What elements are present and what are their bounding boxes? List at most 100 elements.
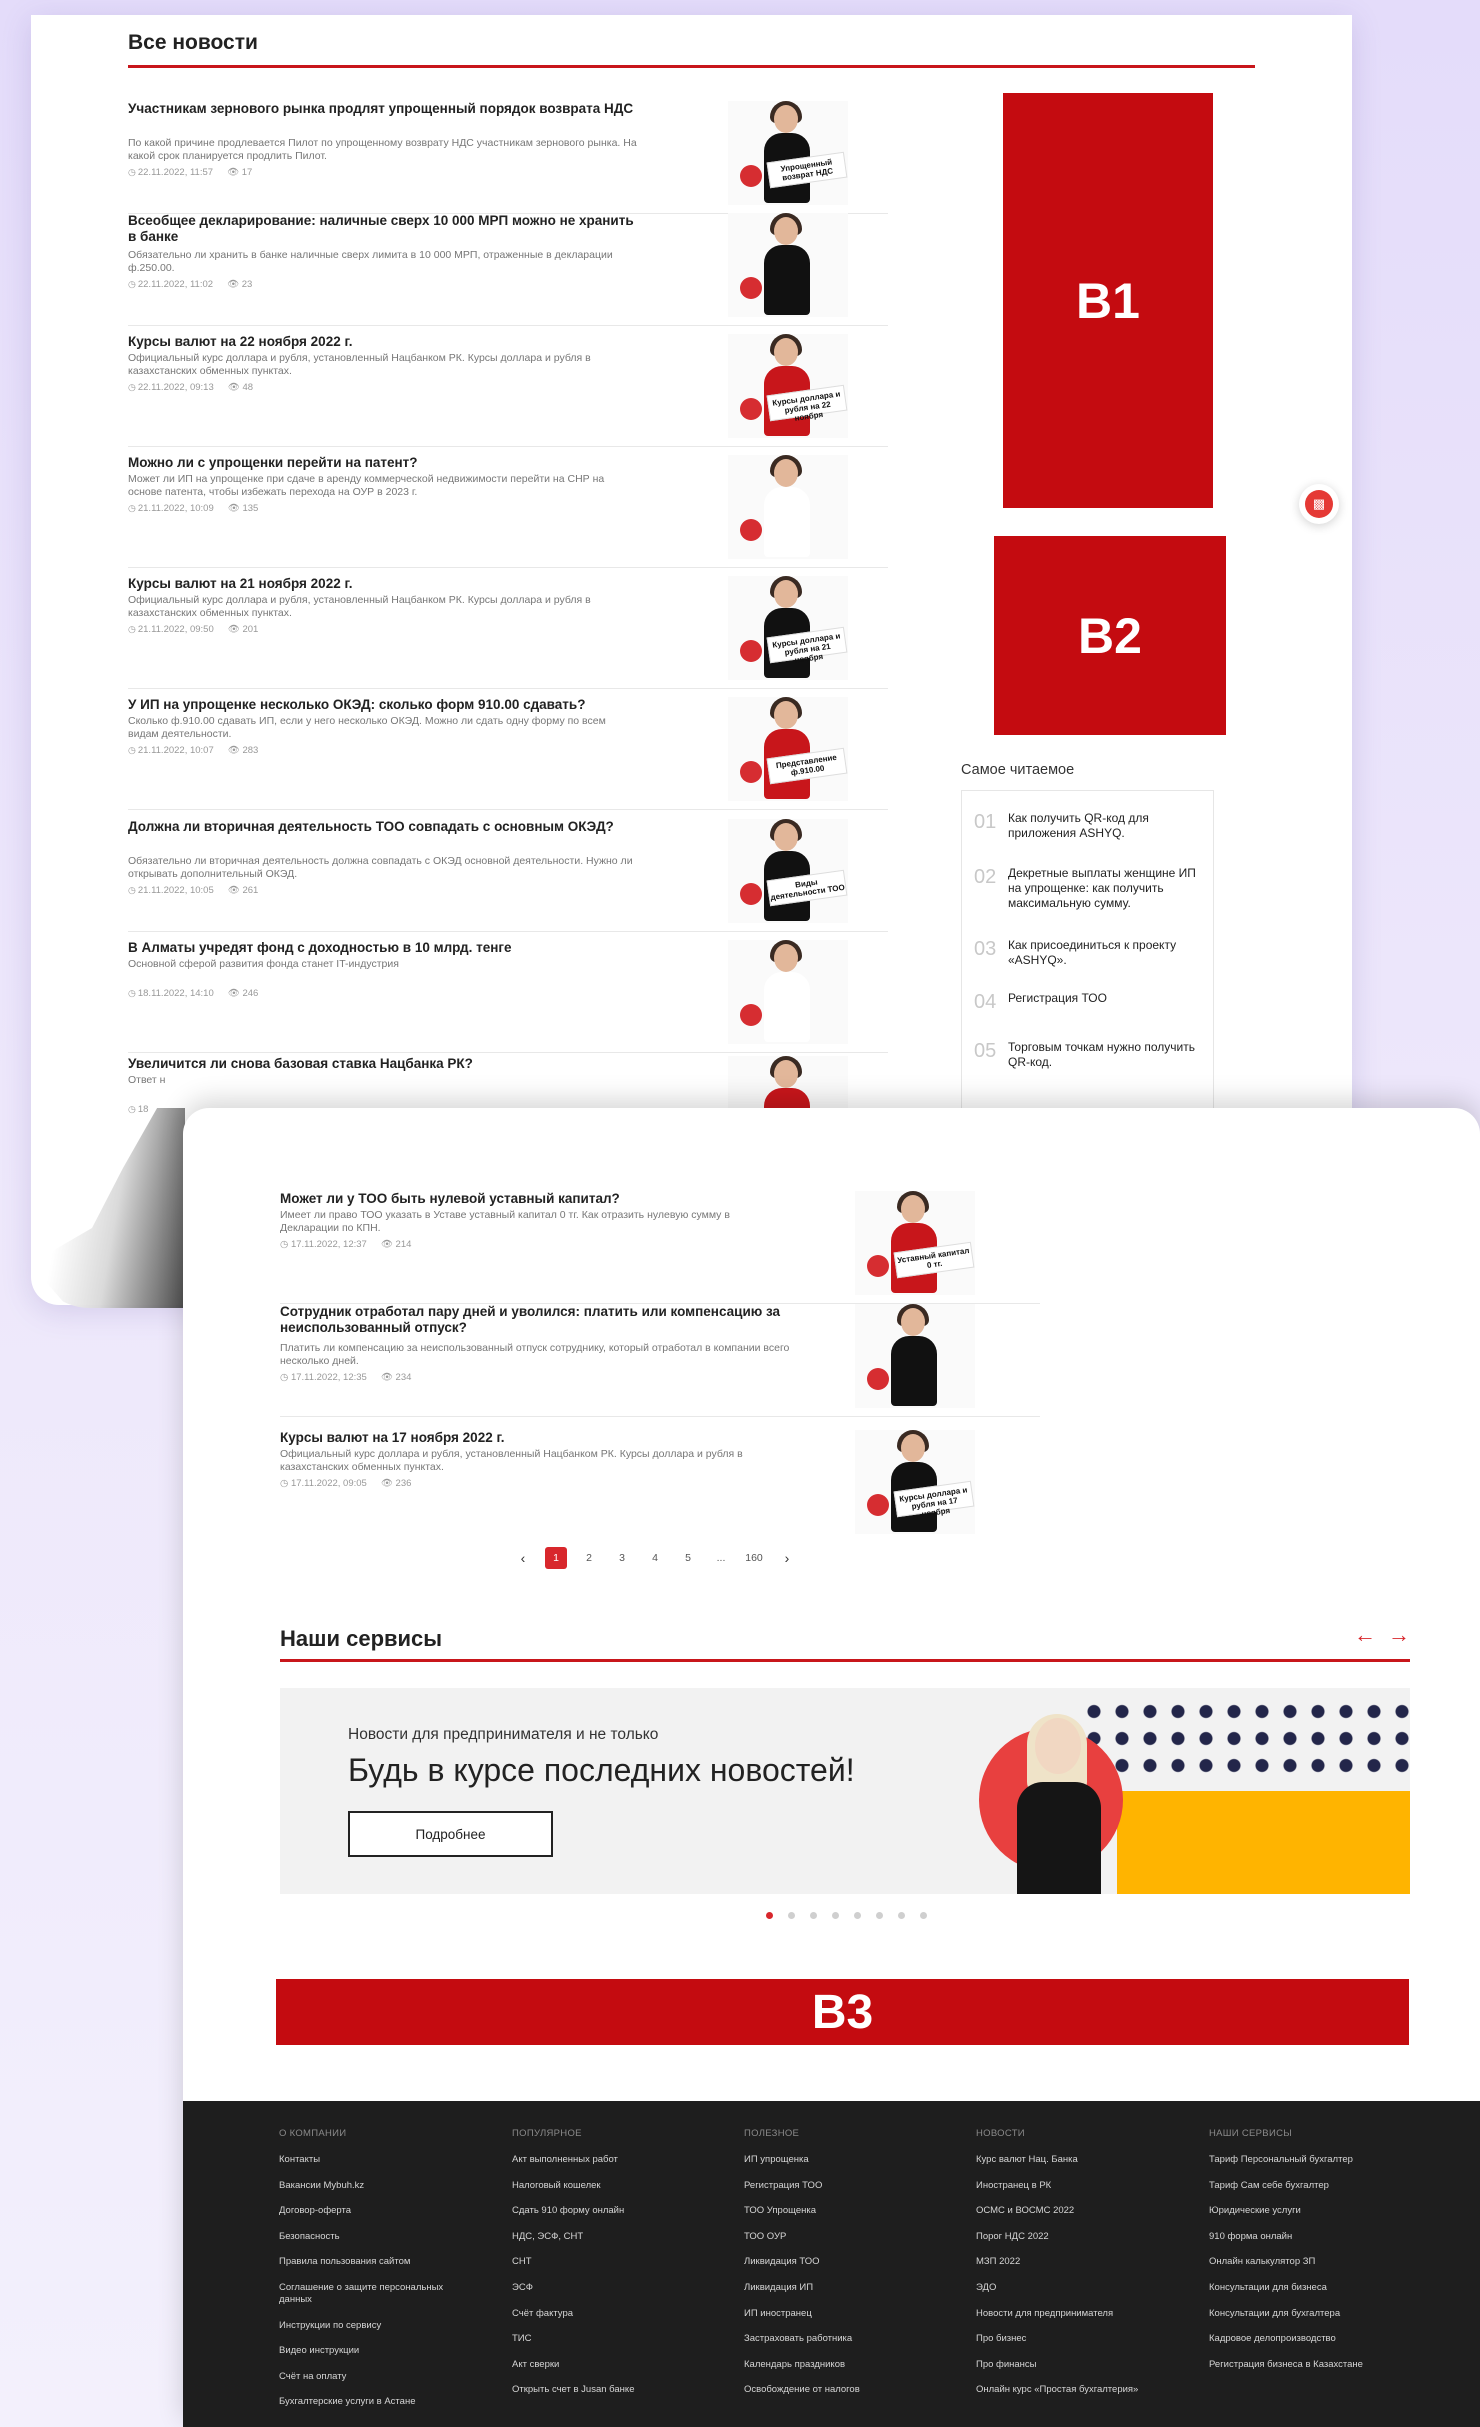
footer-link[interactable]: Про бизнес xyxy=(976,2333,1146,2345)
popular-label[interactable]: Декретные выплаты женщине ИП на упрощенк… xyxy=(1008,866,1209,911)
news-item[interactable]: Можно ли с упрощенки перейти на патент? М… xyxy=(128,455,888,575)
arrow-left-icon[interactable]: ← xyxy=(1354,1622,1376,1648)
news-title[interactable]: Курсы валют на 17 ноября 2022 г. xyxy=(280,1430,790,1446)
footer-link[interactable]: 910 форма онлайн xyxy=(1209,2231,1379,2243)
popular-label[interactable]: Как получить QR-код для приложения ASHYQ… xyxy=(1008,811,1209,841)
footer-link[interactable]: Регистрация ТОО xyxy=(744,2180,914,2192)
footer-link[interactable]: Регистрация бизнеса в Казахстане xyxy=(1209,2359,1379,2371)
slider-dot[interactable] xyxy=(898,1912,905,1919)
news-item[interactable]: В Алматы учредят фонд с доходностью в 10… xyxy=(128,940,888,1060)
details-button[interactable]: Подробнее xyxy=(348,1811,553,1857)
footer-link[interactable]: ИП иностранец xyxy=(744,2308,914,2320)
footer-link[interactable]: Онлайн курс «Простая бухгалтерия» xyxy=(976,2384,1146,2396)
news-title[interactable]: Участникам зернового рынка продлят упрощ… xyxy=(128,101,638,117)
footer-link[interactable]: Бухгалтерские услуги в Астане xyxy=(279,2396,449,2408)
page-link[interactable]: 2 xyxy=(578,1547,600,1569)
footer-link[interactable]: Освобождение от налогов xyxy=(744,2384,914,2396)
footer-link[interactable]: Тариф Сам себе бухгалтер xyxy=(1209,2180,1379,2192)
footer-link[interactable]: ОСМС и ВОСМС 2022 xyxy=(976,2205,1146,2217)
footer-link[interactable]: Контакты xyxy=(279,2154,449,2166)
footer-link[interactable]: Ликвидация ТОО xyxy=(744,2256,914,2268)
news-thumbnail[interactable] xyxy=(728,213,848,317)
page-link[interactable]: 1 xyxy=(545,1547,567,1569)
news-item[interactable]: Курсы валют на 22 ноября 2022 г. Официаль… xyxy=(128,334,888,454)
footer-link[interactable]: Новости для предпринимателя xyxy=(976,2308,1146,2320)
next-page-icon[interactable]: › xyxy=(776,1547,798,1569)
footer-link[interactable]: Сдать 910 форму онлайн xyxy=(512,2205,682,2217)
news-title[interactable]: Курсы валют на 22 ноября 2022 г. xyxy=(128,334,638,350)
news-title[interactable]: Курсы валют на 21 ноября 2022 г. xyxy=(128,576,638,592)
page-link[interactable]: 4 xyxy=(644,1547,666,1569)
popular-label[interactable]: Как присоединиться к проекту «ASHYQ». xyxy=(1008,938,1209,968)
footer-link[interactable]: ТОО ОУР xyxy=(744,2231,914,2243)
slider-dot[interactable] xyxy=(854,1912,861,1919)
news-thumbnail[interactable]: Курсы доллара и рубля на 22 ноября xyxy=(728,334,848,438)
banner-b3[interactable]: B3 xyxy=(276,1979,1409,2045)
news-title[interactable]: Всеобщее декларирование: наличные сверх … xyxy=(128,213,638,245)
news-title[interactable]: Можно ли с упрощенки перейти на патент? xyxy=(128,455,638,471)
news-title[interactable]: Должна ли вторичная деятельность ТОО сов… xyxy=(128,819,638,835)
slider-dot[interactable] xyxy=(876,1912,883,1919)
footer-link[interactable]: Счёт на оплату xyxy=(279,2371,449,2383)
prev-page-icon[interactable]: ‹ xyxy=(512,1547,534,1569)
slider-dot[interactable] xyxy=(766,1912,773,1919)
news-thumbnail[interactable] xyxy=(728,455,848,559)
news-thumbnail[interactable]: Представление ф.910.00 xyxy=(728,697,848,801)
footer-link[interactable]: Инструкции по сервису xyxy=(279,2320,449,2332)
news-item[interactable]: У ИП на упрощенке несколько ОКЭД: скольк… xyxy=(128,697,888,817)
news-item[interactable]: Курсы валют на 17 ноября 2022 г. Официаль… xyxy=(280,1430,1040,1550)
footer-link[interactable]: Порог НДС 2022 xyxy=(976,2231,1146,2243)
footer-link[interactable]: Открыть счет в Jusan банке xyxy=(512,2384,682,2396)
footer-link[interactable]: ИП упрощенка xyxy=(744,2154,914,2166)
news-title[interactable]: У ИП на упрощенке несколько ОКЭД: скольк… xyxy=(128,697,638,713)
footer-link[interactable]: Про финансы xyxy=(976,2359,1146,2371)
footer-link[interactable]: ЭСФ xyxy=(512,2282,682,2294)
page-link[interactable]: 3 xyxy=(611,1547,633,1569)
news-item[interactable]: Участникам зернового рынка продлят упрощ… xyxy=(128,101,888,221)
news-thumbnail[interactable]: Виды деятельности ТОО xyxy=(728,819,848,923)
footer-link[interactable]: Соглашение о защите персональных данных xyxy=(279,2282,449,2306)
footer-link[interactable]: СНТ xyxy=(512,2256,682,2268)
banner-b2[interactable]: B2 xyxy=(994,536,1226,735)
footer-link[interactable]: Налоговый кошелек xyxy=(512,2180,682,2192)
news-thumbnail[interactable] xyxy=(855,1304,975,1408)
footer-link[interactable]: Кадровое делопроизводство xyxy=(1209,2333,1379,2345)
footer-link[interactable]: Счёт фактура xyxy=(512,2308,682,2320)
page-link[interactable]: 160 xyxy=(743,1547,765,1569)
slider-dot[interactable] xyxy=(832,1912,839,1919)
news-thumbnail[interactable]: Курсы доллара и рубля на 21 ноября xyxy=(728,576,848,680)
footer-link[interactable]: Иностранец в РК xyxy=(976,2180,1146,2192)
footer-link[interactable]: НДС, ЭСФ, СНТ xyxy=(512,2231,682,2243)
popular-label[interactable]: Торговым точкам нужно получить QR-код. xyxy=(1008,1040,1209,1070)
news-item[interactable]: Сотрудник отработал пару дней и уволился… xyxy=(280,1304,1040,1424)
footer-link[interactable]: Консультации для бизнеса xyxy=(1209,2282,1379,2294)
popular-label[interactable]: Регистрация ТОО xyxy=(1008,991,1107,1006)
footer-link[interactable]: Договор-оферта xyxy=(279,2205,449,2217)
footer-link[interactable]: Ликвидация ИП xyxy=(744,2282,914,2294)
news-thumbnail[interactable]: Курсы доллара и рубля на 17 ноября xyxy=(855,1430,975,1534)
footer-link[interactable]: Акт сверки xyxy=(512,2359,682,2371)
news-title[interactable]: Может ли у ТОО быть нулевой уставный кап… xyxy=(280,1191,790,1207)
news-item[interactable]: Должна ли вторичная деятельность ТОО сов… xyxy=(128,819,888,939)
footer-link[interactable]: Застраховать работника xyxy=(744,2333,914,2345)
news-title[interactable]: Увеличится ли снова базовая ставка Нацба… xyxy=(128,1056,638,1072)
chat-button[interactable]: ▩ xyxy=(1299,484,1339,524)
news-thumbnail[interactable]: Упрощенный возврат НДС xyxy=(728,101,848,205)
footer-link[interactable]: Консультации для бухгалтера xyxy=(1209,2308,1379,2320)
news-thumbnail[interactable] xyxy=(728,940,848,1044)
news-title[interactable]: Сотрудник отработал пару дней и уволился… xyxy=(280,1304,790,1336)
news-item[interactable]: Курсы валют на 21 ноября 2022 г. Официаль… xyxy=(128,576,888,696)
news-thumbnail[interactable]: Уставный капитал 0 тг. xyxy=(855,1191,975,1295)
slider-dot[interactable] xyxy=(810,1912,817,1919)
footer-link[interactable]: ТИС xyxy=(512,2333,682,2345)
news-item[interactable]: Всеобщее декларирование: наличные сверх … xyxy=(128,213,888,333)
news-item[interactable]: Может ли у ТОО быть нулевой уставный кап… xyxy=(280,1191,1040,1311)
footer-link[interactable]: Правила пользования сайтом xyxy=(279,2256,449,2268)
news-title[interactable]: В Алматы учредят фонд с доходностью в 10… xyxy=(128,940,638,956)
footer-link[interactable]: Онлайн калькулятор ЗП xyxy=(1209,2256,1379,2268)
footer-link[interactable]: ЭДО xyxy=(976,2282,1146,2294)
arrow-right-icon[interactable]: → xyxy=(1388,1622,1410,1648)
footer-link[interactable]: Юридические услуги xyxy=(1209,2205,1379,2217)
slider-dot[interactable] xyxy=(788,1912,795,1919)
footer-link[interactable]: Акт выполненных работ xyxy=(512,2154,682,2166)
